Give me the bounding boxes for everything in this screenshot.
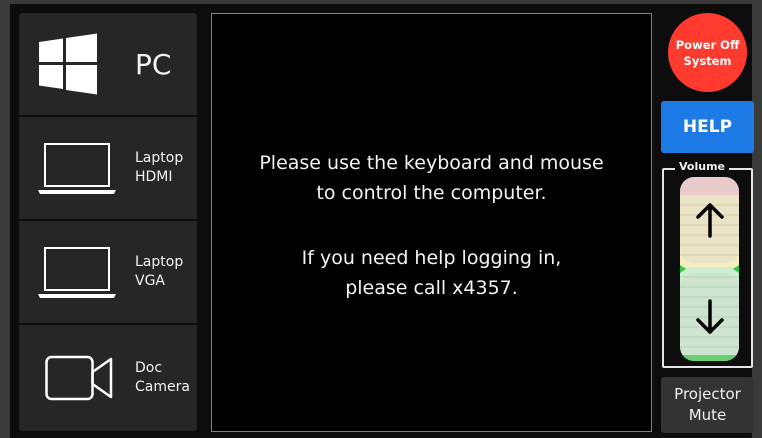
power-off-label: Power Off System [675, 37, 740, 68]
volume-down-button[interactable] [680, 273, 739, 361]
laptop-icon [37, 117, 117, 219]
source-label-doc-camera: Doc Camera [135, 360, 190, 395]
source-button-laptop-vga[interactable]: Laptop VGA [19, 221, 197, 323]
source-button-laptop-hdmi[interactable]: Laptop HDMI [19, 117, 197, 219]
projector-mute-button[interactable]: Projector Mute [661, 377, 754, 433]
help-line-1: If you need help logging in, [301, 247, 562, 269]
help-line-2: please call x4357. [345, 277, 518, 299]
laptop-icon [37, 221, 117, 323]
power-off-button[interactable]: Power Off System [668, 13, 747, 92]
source-button-pc[interactable]: PC [19, 13, 197, 115]
arrow-down-icon [695, 299, 724, 334]
source-button-doc-camera[interactable]: Doc Camera [19, 325, 197, 431]
instruction-line-2: to control the computer. [316, 182, 547, 204]
help-label: HELP [682, 117, 733, 137]
volume-up-button[interactable] [680, 177, 739, 263]
preview-screen: Please use the keyboard and mouse to con… [211, 13, 652, 432]
source-label-laptop-vga: Laptop VGA [135, 254, 184, 289]
help-button[interactable]: HELP [661, 101, 754, 153]
windows-logo-icon [37, 13, 99, 115]
volume-rocker [680, 177, 739, 361]
source-selector: PC Laptop HDMI Laptop VGA Doc Camera [19, 13, 197, 431]
source-label-laptop-hdmi: Laptop HDMI [135, 150, 184, 185]
source-label-pc: PC [135, 47, 172, 81]
projector-mute-label: Projector Mute [674, 385, 741, 424]
video-camera-icon [45, 325, 113, 431]
volume-title: Volume [675, 160, 729, 173]
arrow-up-icon [695, 203, 724, 238]
instruction-line-1: Please use the keyboard and mouse [259, 152, 604, 174]
